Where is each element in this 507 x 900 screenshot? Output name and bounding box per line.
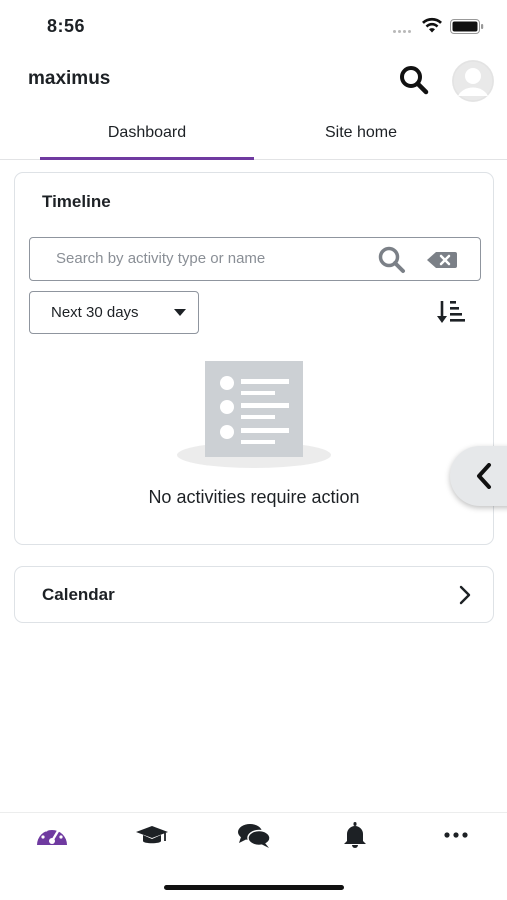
timeline-block: Timeline Search by activity type or name… — [14, 172, 494, 545]
graduation-cap-icon — [136, 826, 168, 844]
empty-list-icon — [205, 361, 303, 457]
more-icon — [444, 832, 468, 838]
nav-notifications[interactable] — [325, 821, 385, 861]
tab-dashboard[interactable]: Dashboard — [40, 112, 254, 160]
calendar-block[interactable]: Calendar — [14, 566, 494, 623]
battery-icon — [450, 19, 484, 34]
caret-down-icon — [174, 309, 186, 316]
empty-state-message: No activities require action — [148, 487, 360, 507]
home-indicator — [164, 885, 344, 890]
block-drawer-toggle[interactable] — [450, 446, 507, 506]
status-time: 8:56 — [47, 16, 86, 36]
clear-search-icon[interactable] — [426, 250, 458, 270]
timeline-search-input[interactable]: Search by activity type or name — [29, 237, 481, 281]
chevron-left-icon — [477, 463, 491, 489]
search-icon — [400, 66, 429, 95]
nav-more[interactable] — [426, 821, 486, 861]
nav-my-courses[interactable] — [122, 821, 182, 861]
bottom-tab-bar — [0, 812, 507, 868]
wifi-icon — [422, 17, 442, 33]
chat-bubbles-icon — [238, 824, 271, 848]
timeline-filter-select[interactable]: Next 30 days — [29, 291, 199, 334]
bell-icon — [344, 822, 366, 848]
tab-bar: Dashboard Site home — [0, 112, 507, 160]
timeline-title: Timeline — [42, 192, 111, 211]
user-avatar-button[interactable] — [452, 60, 494, 102]
site-name: maximus — [28, 68, 111, 89]
dashboard-gauge-icon — [37, 825, 67, 845]
chevron-right-icon — [459, 585, 471, 605]
status-bar: 8:56 — [0, 0, 507, 52]
user-avatar-icon — [452, 60, 494, 102]
calendar-title: Calendar — [42, 585, 115, 604]
search-submit-icon[interactable] — [376, 245, 408, 275]
search-placeholder: Search by activity type or name — [56, 250, 266, 267]
nav-messages[interactable] — [224, 821, 284, 861]
filter-value: Next 30 days — [51, 304, 139, 321]
nav-dashboard[interactable] — [22, 821, 82, 861]
signal-icon — [393, 30, 415, 34]
sort-icon[interactable] — [437, 299, 467, 325]
tab-site-home[interactable]: Site home — [254, 112, 468, 160]
header-search-button[interactable] — [397, 63, 431, 97]
